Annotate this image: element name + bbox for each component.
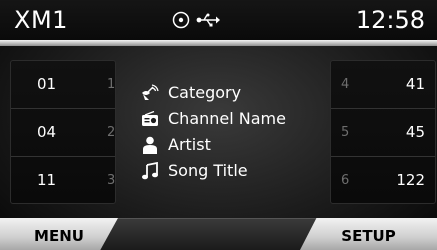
radio-icon (140, 110, 160, 128)
preset-button-3[interactable]: 11 3 (11, 156, 115, 204)
preset-button-1[interactable]: 01 1 (11, 61, 115, 108)
source-label: XM1 (14, 6, 68, 34)
artist-label: Artist (168, 135, 211, 154)
preset-channel: 122 (396, 171, 425, 189)
preset-button-2[interactable]: 04 2 (11, 108, 115, 156)
preset-number: 1 (107, 77, 116, 92)
header-divider (0, 40, 437, 46)
clock: 12:58 (355, 6, 425, 34)
preset-button-6[interactable]: 6 122 (331, 156, 435, 204)
radio-screen: XM1 12:58 01 1 04 2 11 3 4 41 5 45 6 122… (0, 0, 437, 250)
channel-name-label: Channel Name (168, 109, 286, 128)
preset-number: 3 (107, 173, 116, 188)
preset-button-4[interactable]: 4 41 (331, 61, 435, 108)
satellite-icon (140, 84, 160, 102)
usb-icon (196, 13, 220, 27)
disc-icon (172, 11, 190, 29)
menu-button[interactable]: MENU (0, 218, 118, 250)
song-title-row: Song Title (140, 158, 330, 184)
preset-number: 4 (341, 77, 350, 92)
channel-name-row: Channel Name (140, 106, 330, 132)
preset-number: 6 (341, 173, 350, 188)
preset-panel-right: 4 41 5 45 6 122 (330, 60, 436, 204)
footer-bar: MENU SETUP (0, 218, 437, 250)
preset-channel: 41 (405, 75, 425, 93)
preset-channel: 01 (37, 75, 57, 93)
status-icons (172, 10, 220, 30)
music-note-icon (140, 162, 160, 180)
now-playing-info: Category Channel Name Artist Song Title (140, 80, 330, 184)
preset-channel: 04 (37, 123, 57, 141)
song-title-label: Song Title (168, 161, 248, 180)
category-label: Category (168, 83, 242, 102)
preset-button-5[interactable]: 5 45 (331, 108, 435, 156)
artist-row: Artist (140, 132, 330, 158)
preset-number: 2 (107, 125, 116, 140)
preset-number: 5 (341, 125, 350, 140)
preset-channel: 11 (37, 171, 57, 189)
preset-panel-left: 01 1 04 2 11 3 (10, 60, 116, 204)
category-row: Category (140, 80, 330, 106)
header-bar: XM1 12:58 (0, 0, 437, 40)
setup-button[interactable]: SETUP (300, 218, 437, 250)
preset-channel: 45 (405, 123, 425, 141)
person-icon (140, 136, 160, 154)
